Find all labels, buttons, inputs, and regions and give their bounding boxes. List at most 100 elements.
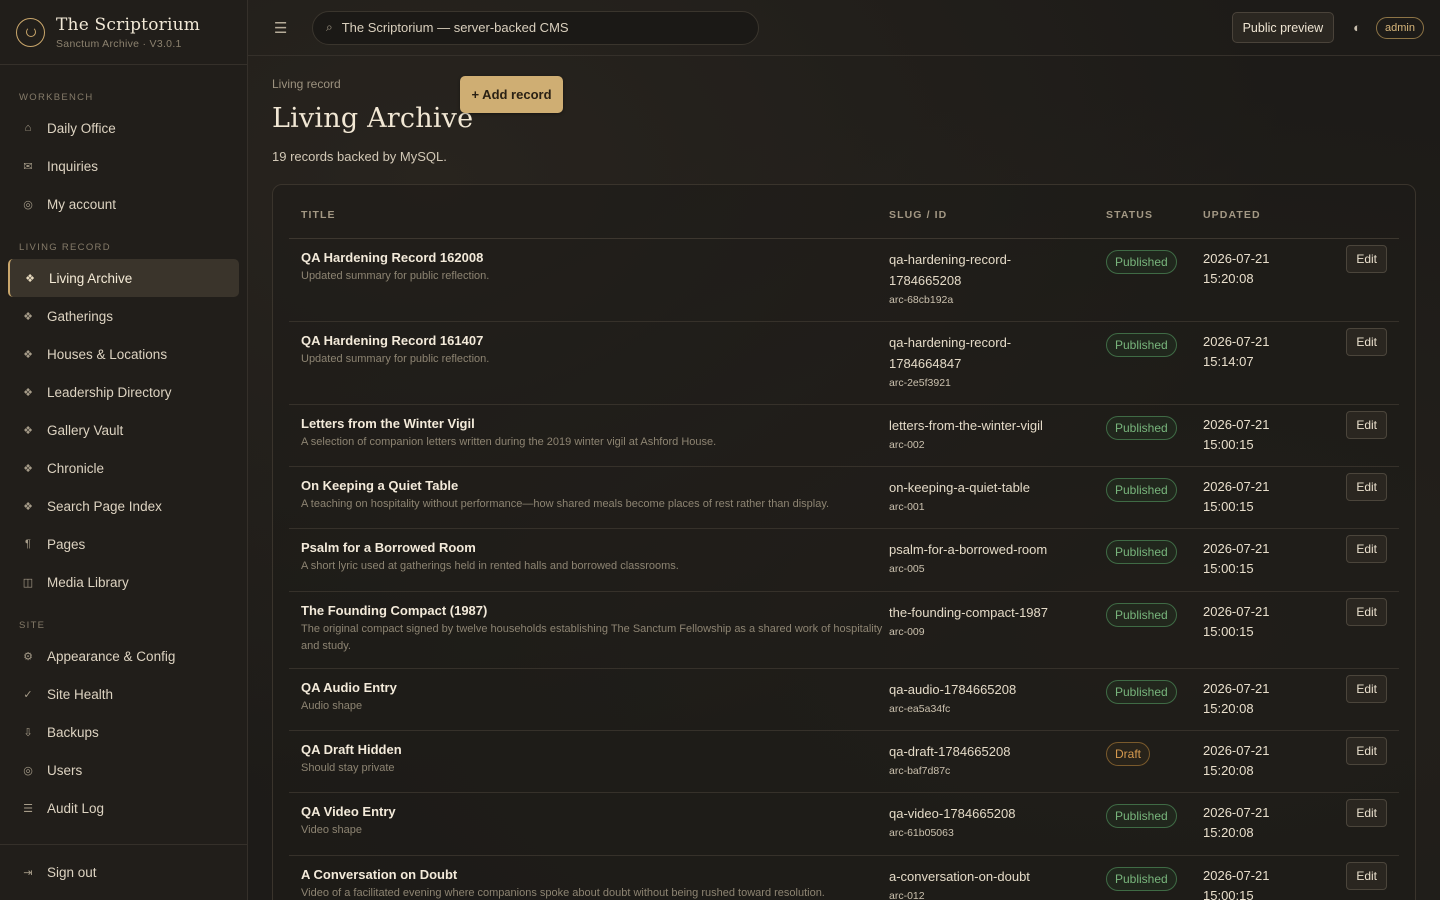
table-row[interactable]: QA Hardening Record 161407 Updated summa…	[289, 321, 1399, 405]
record-summary: Video shape	[301, 823, 362, 836]
table-row[interactable]: QA Hardening Record 162008 Updated summa…	[289, 238, 1399, 322]
record-title[interactable]: QA Hardening Record 161407	[301, 332, 889, 350]
edit-button[interactable]: Edit	[1346, 534, 1387, 563]
menu-toggle-icon[interactable]: ☰	[274, 19, 294, 37]
brand-title: The Scriptorium	[56, 14, 201, 35]
sidebar-item-backups[interactable]: ⇩ Backups	[8, 713, 239, 751]
search-page-index-icon: ❖	[23, 500, 33, 513]
record-title[interactable]: On Keeping a Quiet Table	[301, 477, 889, 495]
status-badge: Published	[1106, 249, 1177, 274]
user-badge[interactable]: admin	[1376, 16, 1424, 39]
edit-button[interactable]: Edit	[1346, 597, 1387, 626]
record-id: arc-001	[889, 500, 925, 513]
sidebar-item-search-page-index[interactable]: ❖ Search Page Index	[8, 487, 239, 525]
sidebar-item-site-health[interactable]: ✓ Site Health	[8, 675, 239, 713]
record-id: arc-baf7d87c	[889, 764, 951, 777]
sidebar-item-label: Search Page Index	[47, 498, 162, 514]
record-title[interactable]: QA Video Entry	[301, 803, 889, 821]
brand-logo-icon	[16, 17, 45, 47]
record-summary: Video of a facilitated evening where com…	[301, 886, 825, 899]
edit-button[interactable]: Edit	[1346, 674, 1387, 703]
updated-time: 15:14:07	[1203, 354, 1254, 369]
sidebar-item-label: Chronicle	[47, 460, 105, 476]
status-badge: Draft	[1106, 741, 1151, 766]
header-actions	[1338, 185, 1399, 239]
edit-button[interactable]: Edit	[1346, 327, 1387, 356]
status-badge: Published	[1106, 866, 1177, 891]
edit-button[interactable]: Edit	[1346, 736, 1387, 765]
brand[interactable]: The Scriptorium Sanctum Archive · V3.0.1	[0, 0, 247, 65]
sidebar-item-appearance-config[interactable]: ⚙ Appearance & Config	[8, 637, 239, 675]
appearance-config-icon: ⚙	[23, 650, 33, 663]
header-updated: UPDATED	[1203, 185, 1338, 239]
search-value: The Scriptorium — server-backed CMS	[341, 20, 569, 35]
breadcrumb[interactable]: Living record	[272, 77, 341, 91]
record-id: arc-012	[889, 889, 925, 900]
edit-button[interactable]: Edit	[1346, 472, 1387, 501]
sidebar-item-living-archive[interactable]: ❖ Living Archive	[8, 259, 239, 297]
record-slug: on-keeping-a-quiet-table	[889, 479, 1030, 495]
status-badge: Published	[1106, 602, 1177, 627]
nav-section-heading: LIVING RECORD	[19, 242, 111, 253]
table-row[interactable]: The Founding Compact (1987) The original…	[289, 591, 1399, 669]
record-title[interactable]: A Conversation on Doubt	[301, 866, 889, 884]
add-record-button[interactable]: + Add record	[460, 76, 563, 113]
sidebar-item-label: Audit Log	[47, 800, 105, 816]
table-row[interactable]: On Keeping a Quiet Table A teaching on h…	[289, 466, 1399, 529]
sidebar-item-chronicle[interactable]: ❖ Chronicle	[8, 449, 239, 487]
record-title[interactable]: QA Audio Entry	[301, 679, 889, 697]
record-summary: Audio shape	[301, 699, 363, 712]
sidebar-item-pages[interactable]: ¶ Pages	[8, 525, 239, 563]
updated-time: 15:20:08	[1203, 825, 1254, 840]
status-badge: Published	[1106, 679, 1177, 704]
table-row[interactable]: QA Draft Hidden Should stay private qa-d…	[289, 730, 1399, 793]
sidebar-footer: ⇥ Sign out	[0, 844, 247, 900]
sidebar-item-label: Inquiries	[47, 158, 99, 174]
houses-locations-icon: ❖	[23, 348, 33, 361]
sidebar-item-label: Pages	[47, 536, 86, 552]
record-summary: A selection of companion letters written…	[301, 435, 717, 448]
theme-toggle-icon[interactable]: ◐	[1353, 20, 1361, 35]
sidebar-item-leadership-directory[interactable]: ❖ Leadership Directory	[8, 373, 239, 411]
updated-date: 2026-07-21	[1203, 250, 1270, 266]
updated-time: 15:00:15	[1203, 499, 1254, 514]
table-row[interactable]: Letters from the Winter Vigil A selectio…	[289, 404, 1399, 467]
record-slug: 1784664847	[889, 355, 962, 371]
record-title[interactable]: Psalm for a Borrowed Room	[301, 539, 889, 557]
record-title[interactable]: QA Draft Hidden	[301, 741, 889, 759]
sidebar-item-label: Appearance & Config	[47, 648, 176, 664]
table-row[interactable]: QA Video Entry Video shape qa-video-1784…	[289, 792, 1399, 856]
sidebar-item-my-account[interactable]: ◎ My account	[8, 185, 239, 223]
search-input[interactable]: ⌕ The Scriptorium — server-backed CMS	[312, 10, 759, 45]
record-title[interactable]: QA Hardening Record 162008	[301, 249, 889, 267]
sidebar-item-inquiries[interactable]: ✉ Inquiries	[8, 147, 239, 185]
sidebar-item-label: Media Library	[47, 574, 129, 590]
record-id: arc-005	[889, 562, 925, 575]
record-slug: letters-from-the-winter-vigil	[889, 417, 1043, 433]
public-preview-button[interactable]: Public preview	[1231, 12, 1335, 43]
record-summary: Should stay private	[301, 761, 395, 774]
sidebar-item-media-library[interactable]: ◫ Media Library	[8, 563, 239, 601]
table-row[interactable]: A Conversation on Doubt Video of a facil…	[289, 855, 1399, 900]
edit-button[interactable]: Edit	[1346, 410, 1387, 439]
record-slug: qa-hardening-record-	[889, 334, 1012, 350]
edit-button[interactable]: Edit	[1346, 244, 1387, 273]
sign-out-button[interactable]: ⇥ Sign out	[8, 853, 239, 891]
record-id: arc-2e5f3921	[889, 376, 951, 389]
record-title[interactable]: Letters from the Winter Vigil	[301, 415, 889, 433]
record-title[interactable]: The Founding Compact (1987)	[301, 602, 889, 620]
sidebar-item-gatherings[interactable]: ❖ Gatherings	[8, 297, 239, 335]
table-row[interactable]: Psalm for a Borrowed Room A short lyric …	[289, 528, 1399, 592]
edit-button[interactable]: Edit	[1346, 861, 1387, 890]
record-id: arc-ea5a34fc	[889, 702, 951, 715]
sidebar-item-gallery-vault[interactable]: ❖ Gallery Vault	[8, 411, 239, 449]
sidebar-item-daily-office[interactable]: ⌂ Daily Office	[8, 109, 239, 147]
sidebar-item-users[interactable]: ◎ Users	[8, 751, 239, 789]
table-row[interactable]: QA Audio Entry Audio shape qa-audio-1784…	[289, 668, 1399, 731]
sidebar-item-houses-locations[interactable]: ❖ Houses & Locations	[8, 335, 239, 373]
updated-date: 2026-07-21	[1203, 680, 1270, 696]
sidebar-item-audit-log[interactable]: ☰ Audit Log	[8, 789, 239, 827]
edit-button[interactable]: Edit	[1346, 798, 1387, 827]
search-icon: ⌕	[326, 20, 333, 34]
record-summary: Updated summary for public reflection.	[301, 352, 490, 365]
